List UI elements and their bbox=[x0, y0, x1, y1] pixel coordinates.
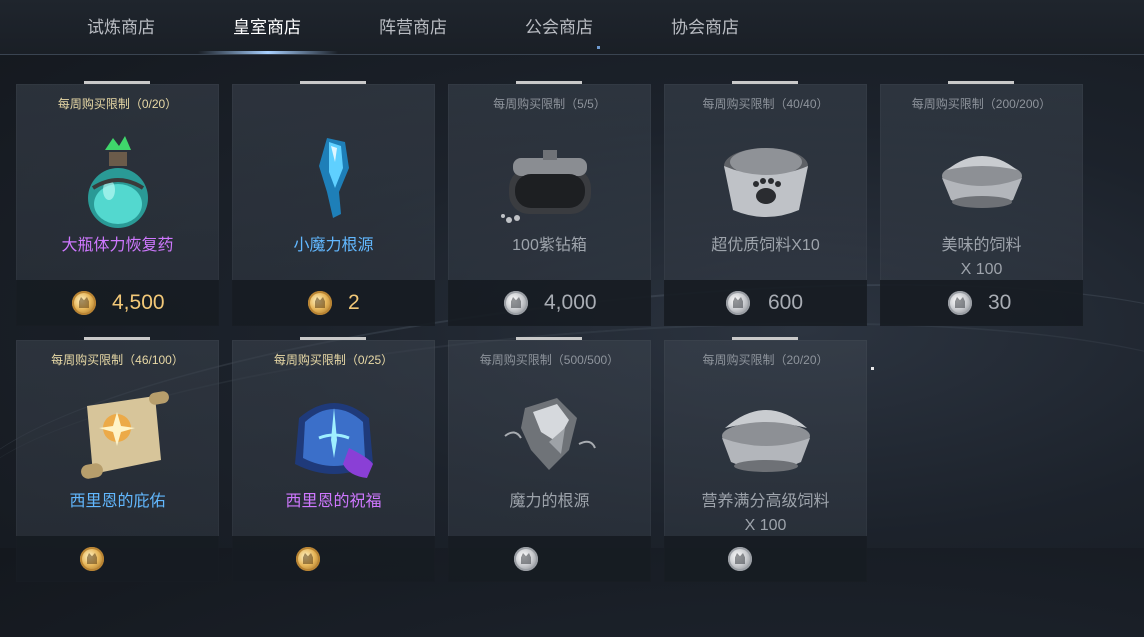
price-bar: 2 bbox=[232, 280, 435, 326]
silver-crown-coin-icon bbox=[504, 291, 528, 315]
price-bar bbox=[16, 536, 219, 582]
blue-crystal-icon bbox=[318, 138, 349, 218]
card-top-bar bbox=[516, 81, 582, 84]
gold-crown-coin-icon bbox=[296, 547, 320, 571]
item-price: 30 bbox=[988, 291, 1012, 314]
shop-item-card[interactable]: 每周购买限制（200/200） 美味的饲料 X 100 30 bbox=[880, 81, 1083, 326]
card-top-bar bbox=[948, 81, 1014, 84]
shop-item-card[interactable]: 每周购买限制（40/40） 超优质饲料X10 600 bbox=[664, 81, 867, 326]
item-quantity: X 100 bbox=[960, 261, 1003, 278]
item-price: 4,000 bbox=[544, 291, 597, 314]
price-bar: 4,500 bbox=[16, 280, 219, 326]
weekly-limit: 每周购买限制（0/25） bbox=[273, 353, 394, 367]
shop-tab-bar: 试炼商店 皇室商店 阵营商店 公会商店 协会商店 bbox=[0, 0, 1144, 55]
item-name: 美味的饲料 X 100 bbox=[880, 234, 1083, 282]
item-name-line1: 美味的饲料 bbox=[941, 237, 1022, 254]
item-name: 西里恩的祝福 bbox=[285, 493, 382, 510]
shop-item-card[interactable]: 每周购买限制（0/20） 大瓶体力恢复药 4,500 bbox=[16, 81, 219, 326]
price-bar: 30 bbox=[880, 280, 1083, 326]
card-top-bar bbox=[84, 81, 150, 84]
item-price: 4,500 bbox=[112, 291, 165, 314]
weekly-limit: 每周购买限制（200/200） bbox=[911, 97, 1052, 111]
food-bowl-icon bbox=[721, 410, 810, 472]
item-price: 2 bbox=[348, 291, 360, 314]
chest-icon bbox=[500, 150, 591, 223]
silver-crown-coin-icon bbox=[728, 547, 752, 571]
shop-item-card[interactable]: 每周购买限制（500/500） 魔力的根源 bbox=[448, 337, 651, 582]
silver-crown-coin-icon bbox=[948, 291, 972, 315]
item-name: 西里恩的庇佑 bbox=[69, 493, 166, 510]
shop-item-card[interactable]: 每周购买限制（0/25） 西里恩的祝福 bbox=[232, 337, 435, 582]
item-price: 600 bbox=[768, 291, 804, 314]
tab-faction-shop[interactable]: 阵营商店 bbox=[348, 0, 478, 54]
rune-stone-icon bbox=[294, 403, 373, 478]
card-top-bar bbox=[732, 337, 798, 340]
item-name: 魔力的根源 bbox=[509, 493, 590, 510]
gold-crown-coin-icon bbox=[72, 291, 96, 315]
tab-guild-shop[interactable]: 公会商店 bbox=[494, 0, 624, 54]
item-name: 小魔力根源 bbox=[293, 237, 374, 254]
price-bar: 4,000 bbox=[448, 280, 651, 326]
weekly-limit: 每周购买限制（46/100） bbox=[51, 353, 184, 367]
weekly-limit: 每周购买限制（5/5） bbox=[493, 97, 606, 111]
tab-association-shop[interactable]: 协会商店 bbox=[640, 0, 770, 54]
food-bowl-icon bbox=[941, 156, 1022, 208]
tab-trial-shop[interactable]: 试炼商店 bbox=[56, 0, 186, 54]
gold-crown-coin-icon bbox=[80, 547, 104, 571]
item-name: 营养满分高级饲料 X 100 bbox=[664, 490, 867, 538]
tab-marker bbox=[597, 46, 600, 49]
potion-icon bbox=[87, 136, 148, 228]
shop-item-card[interactable]: 小魔力根源 2 bbox=[232, 81, 435, 326]
tab-royal-shop[interactable]: 皇室商店 bbox=[202, 0, 332, 54]
weekly-limit: 每周购买限制（0/20） bbox=[57, 97, 178, 111]
card-top-bar bbox=[516, 337, 582, 340]
weekly-limit: 每周购买限制（20/20） bbox=[702, 353, 829, 367]
price-bar: 600 bbox=[664, 280, 867, 326]
shop-item-card[interactable]: 每周购买限制（20/20） 营养满分高级饲料 X 100 bbox=[664, 337, 867, 582]
active-tab-indicator bbox=[198, 51, 338, 54]
scroll-icon bbox=[80, 391, 169, 479]
item-name: 大瓶体力恢复药 bbox=[61, 237, 174, 254]
weekly-limit: 每周购买限制（40/40） bbox=[702, 97, 829, 111]
grey-crystal-icon bbox=[503, 398, 596, 470]
card-top-bar bbox=[732, 81, 798, 84]
shop-item-card[interactable]: 每周购买限制（46/100） 西里恩的庇佑 bbox=[16, 337, 219, 582]
item-quantity: X 100 bbox=[744, 517, 787, 534]
item-name: 超优质饲料X10 bbox=[711, 237, 820, 254]
silver-crown-coin-icon bbox=[726, 291, 750, 315]
sparkle bbox=[871, 367, 874, 370]
gold-crown-coin-icon bbox=[308, 291, 332, 315]
price-bar bbox=[664, 536, 867, 582]
card-top-bar bbox=[84, 337, 150, 340]
item-name: 100紫钻箱 bbox=[512, 237, 587, 254]
shop-item-card[interactable]: 每周购买限制（5/5） 100紫钻箱 4,000 bbox=[448, 81, 651, 326]
item-name-line1: 营养满分高级饲料 bbox=[701, 493, 830, 510]
card-top-bar bbox=[300, 81, 366, 84]
price-bar bbox=[448, 536, 651, 582]
card-top-bar bbox=[300, 337, 366, 340]
weekly-limit: 每周购买限制（500/500） bbox=[479, 353, 620, 367]
pet-bowl-icon bbox=[723, 148, 808, 217]
price-bar bbox=[232, 536, 435, 582]
silver-crown-coin-icon bbox=[514, 547, 538, 571]
